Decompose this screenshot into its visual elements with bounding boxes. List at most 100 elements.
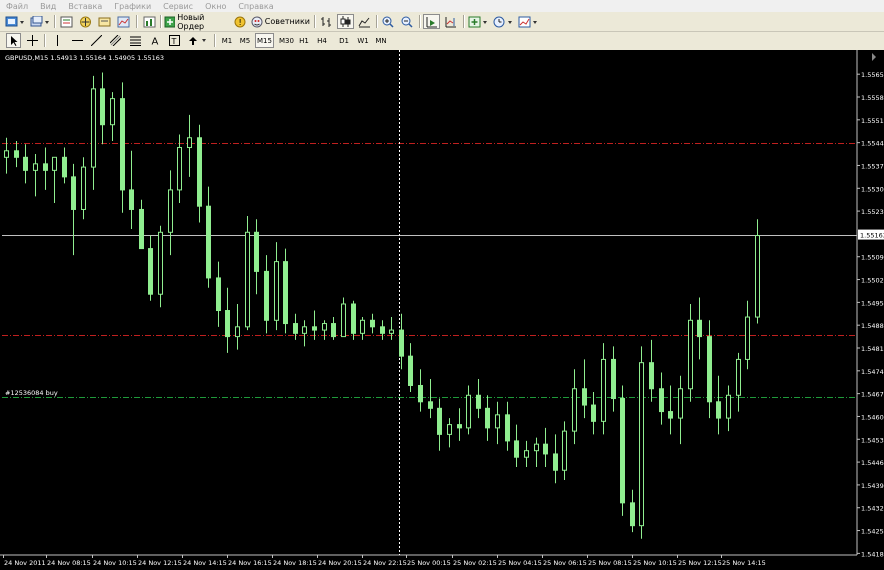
menu-item-6[interactable]: Справка: [238, 2, 273, 11]
new-order-button[interactable]: Новый Ордер: [163, 12, 231, 31]
menu-item-2[interactable]: Вставка: [68, 2, 102, 11]
templates-button[interactable]: [517, 14, 539, 29]
timeframe-mn[interactable]: MN: [373, 33, 389, 48]
candle-body: [23, 156, 28, 171]
menu-item-5[interactable]: Окно: [205, 2, 226, 11]
svg-text:!: !: [239, 18, 242, 27]
price-tick-label: 1.55095: [861, 254, 884, 262]
new-order-label: Новый Ордер: [177, 12, 205, 31]
toolbar-separator: [136, 15, 138, 28]
text-tool-button[interactable]: A: [148, 33, 163, 48]
menu-item-1[interactable]: Вид: [40, 2, 56, 11]
candle-body: [485, 407, 490, 429]
bar-chart-button[interactable]: [318, 14, 335, 29]
cursor-icon: [10, 35, 17, 46]
autoscroll-icon: [426, 16, 437, 27]
time-tick-label: 24 Nov 12:15: [138, 559, 182, 567]
templates-icon: [518, 16, 537, 27]
autoscroll-button[interactable]: [423, 14, 440, 29]
price-tick-label: 1.54535: [861, 436, 884, 444]
time-tick-label: 25 Nov 04:15: [498, 559, 542, 567]
candle-body: [168, 189, 173, 233]
zoom-in-icon: [382, 16, 394, 28]
channel-tool-button[interactable]: [108, 33, 123, 48]
price-tick-label: 1.54395: [861, 482, 884, 490]
line-studies-toolbar: A T M1 M5 M15 M30 H1 H4 D1 W1 MN: [0, 32, 884, 51]
candle-body: [726, 394, 731, 419]
candle-body: [534, 443, 539, 452]
navigator-icon: [80, 16, 91, 27]
strategy-tester-button[interactable]: [115, 14, 132, 29]
candle-body: [245, 231, 250, 328]
main-toolbar: Новый Ордер ! Советники: [0, 12, 884, 32]
candle-body: [380, 326, 385, 334]
price-tick-label: 1.55025: [861, 277, 884, 285]
new-chart-button[interactable]: [4, 14, 26, 29]
timeframe-d1[interactable]: D1: [336, 33, 352, 48]
timeframe-m15[interactable]: M15: [255, 33, 274, 48]
candlestick-chart-button[interactable]: [337, 14, 354, 29]
text-label-icon: T: [169, 35, 180, 46]
navigator-button[interactable]: [77, 14, 94, 29]
candle-body: [197, 137, 202, 207]
candle-body: [71, 176, 76, 210]
terminal-button[interactable]: [96, 14, 113, 29]
price-tick-label: 1.54885: [861, 322, 884, 330]
price-chart[interactable]: 1.55655 1.55585 1.55515 1.55445 1.55375 1.553…: [0, 50, 884, 570]
expert-advisors-button[interactable]: Советники: [250, 14, 311, 29]
time-tick-label: 25 Nov 10:15: [633, 559, 677, 567]
arrows-tool-button[interactable]: [187, 33, 209, 48]
candle-body: [755, 235, 760, 318]
candle-body: [707, 336, 712, 403]
indicators-button[interactable]: [467, 14, 489, 29]
market-watch-button[interactable]: [58, 14, 75, 29]
timeframe-w1[interactable]: W1: [355, 33, 371, 48]
horizontal-line-tool-button[interactable]: [70, 33, 85, 48]
metaeditor-icon: !: [234, 16, 246, 27]
zoom-in-button[interactable]: [380, 14, 397, 29]
metaeditor-button[interactable]: !: [232, 14, 248, 29]
timeframe-m1[interactable]: M1: [219, 33, 235, 48]
chart-info-label: GBPUSD,M15 1.54913 1.55164 1.54905 1.551…: [5, 54, 164, 62]
market-watch-icon: [60, 16, 73, 27]
history-center-button[interactable]: [140, 14, 158, 29]
strategy-tester-icon: [117, 16, 130, 27]
timeframe-h4[interactable]: H4: [314, 33, 330, 48]
candle-body: [466, 394, 471, 429]
zoom-out-button[interactable]: [399, 14, 416, 29]
menu-item-4[interactable]: Сервис: [163, 2, 193, 11]
price-tick-label: 1.54325: [861, 505, 884, 513]
current-price-label: 1.55163: [860, 232, 884, 240]
price-tick-label: 1.55445: [861, 140, 884, 148]
terminal-icon: [98, 17, 111, 26]
trendline-tool-button[interactable]: [89, 33, 104, 48]
candle-body: [649, 362, 654, 390]
timeframe-h1[interactable]: H1: [296, 33, 312, 48]
vertical-line-tool-button[interactable]: [50, 33, 65, 48]
candle-body: [312, 326, 317, 331]
menu-item-3[interactable]: Графики: [114, 2, 151, 11]
chart-shift-marker-icon: [872, 53, 876, 61]
periods-button[interactable]: [492, 14, 514, 29]
fibonacci-tool-button[interactable]: [128, 33, 143, 48]
candle-body: [216, 277, 221, 312]
candle-body: [611, 358, 616, 400]
text-label-tool-button[interactable]: T: [167, 33, 182, 48]
candle-body: [139, 208, 144, 250]
timeframe-m5[interactable]: M5: [237, 33, 253, 48]
line-chart-icon: [358, 17, 370, 27]
candle-body: [225, 310, 230, 338]
cursor-tool-button[interactable]: [6, 33, 21, 48]
trendline-icon: [91, 35, 102, 46]
candle-body: [331, 323, 336, 338]
crosshair-tool-button[interactable]: [25, 33, 40, 48]
toolbar-separator: [54, 15, 56, 28]
price-tick-label: 1.55305: [861, 185, 884, 193]
text-icon: A: [152, 37, 159, 47]
candle-body: [100, 88, 105, 126]
chart-shift-button[interactable]: [442, 14, 459, 29]
menu-item-0[interactable]: Файл: [6, 2, 28, 11]
timeframe-m30[interactable]: M30: [277, 33, 296, 48]
profiles-button[interactable]: [29, 14, 51, 29]
line-chart-button[interactable]: [356, 14, 373, 29]
